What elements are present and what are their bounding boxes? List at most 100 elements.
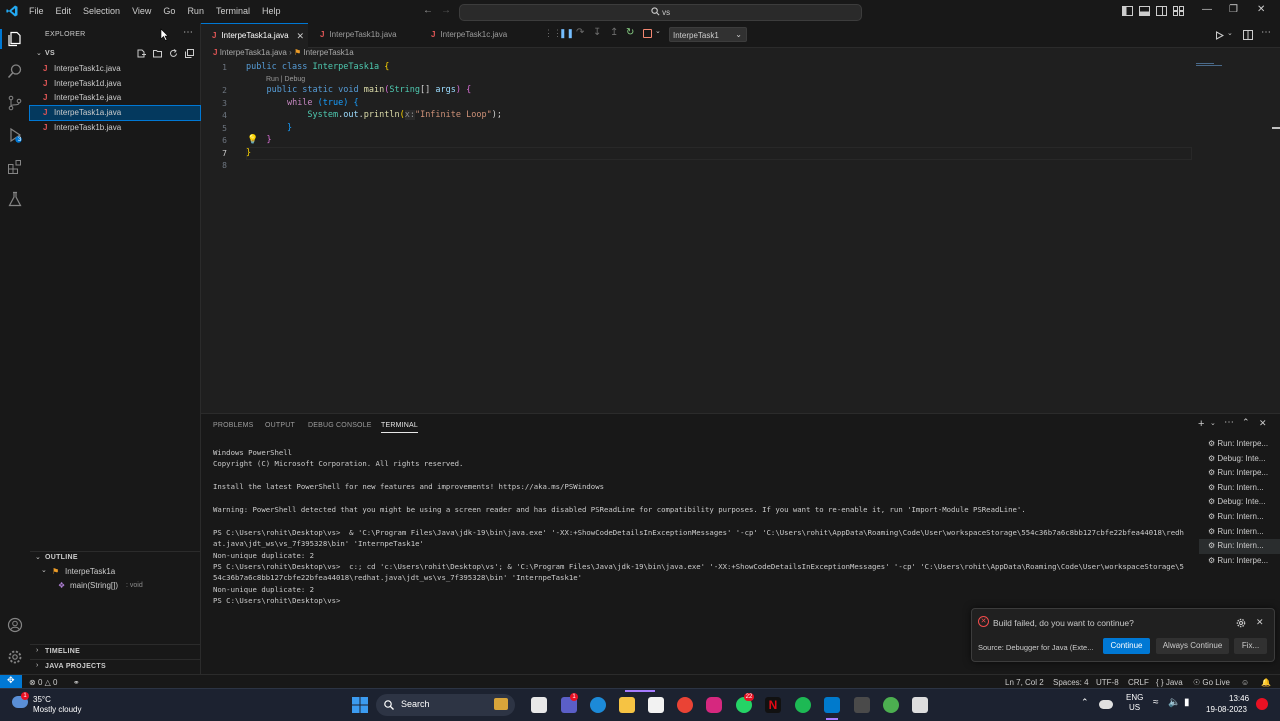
stop-dropdown-chevron-icon[interactable]: ⌄ [655,27,661,35]
file-item[interactable]: J InterpeTask1c.java [30,62,200,76]
microsoft-store-icon[interactable] [648,697,664,713]
clock-time[interactable]: 13:46 [1229,694,1249,703]
close-tab-icon[interactable]: ✕ [296,24,304,48]
codelens-run-debug[interactable]: Run | Debug [266,76,305,83]
file-item[interactable]: J InterpeTask1d.java [30,77,200,91]
terminal-instance[interactable]: ⚙ Run: Interpe... [1199,466,1280,481]
menu-edit[interactable]: Edit [50,0,78,23]
file-item-selected[interactable]: J InterpeTask1a.java [29,105,201,121]
menu-file[interactable]: File [23,0,50,23]
tab-debug-console[interactable]: DEBUG CONSOLE [308,422,372,429]
folder-name[interactable]: VS [45,50,55,57]
menu-terminal[interactable]: Terminal [210,0,256,23]
terminal-instance[interactable]: ⚙ Run: Interpe... [1199,554,1280,569]
launch-config-select[interactable]: InterpeTask1 ⌄ [669,27,747,42]
menu-view[interactable]: View [126,0,157,23]
spotify-icon[interactable] [795,697,811,713]
java-projects-chevron-icon[interactable]: › [36,662,38,669]
extensions-icon[interactable] [7,159,23,175]
forward-arrow-icon[interactable]: → [441,5,451,16]
minimize-icon[interactable]: — [1202,4,1212,15]
file-item[interactable]: J InterpeTask1e.java [30,91,200,105]
battery-icon[interactable]: ▮ [1184,697,1190,708]
accounts-icon[interactable] [7,617,23,633]
file-explorer-icon[interactable] [619,697,635,713]
step-out-icon[interactable]: ↥ [610,27,618,38]
tray-overflow-chevron-icon[interactable]: ⌃ [1081,697,1089,708]
breadcrumb-symbol[interactable]: InterpeTask1a [303,48,353,57]
chrome-profile-icon[interactable] [883,697,899,713]
code-editor[interactable]: 1 2 3 4 5 6 7 8 public class InterpeTask… [201,60,1280,412]
app-window-icon[interactable] [912,697,928,713]
vscode-taskbar-icon[interactable] [824,697,840,713]
testing-icon[interactable] [7,191,23,207]
wifi-icon[interactable]: ≈ [1153,697,1159,708]
windows-start-icon[interactable] [352,697,368,713]
step-over-icon[interactable]: ↷ [576,27,584,38]
run-dropdown-chevron-icon[interactable]: ⌄ [1227,29,1233,37]
manage-gear-icon[interactable] [7,649,23,665]
run-java-icon[interactable] [1215,31,1224,40]
volume-icon[interactable]: 🔈 [1168,697,1180,708]
lightbulb-icon[interactable]: 💡 [247,134,258,145]
tab-interpetask1c[interactable]: J InterpeTask1c.java [420,23,527,47]
timeline-chevron-icon[interactable]: › [36,647,38,654]
outline-method[interactable]: main(String[]) [70,581,118,590]
panel-more-actions-icon[interactable]: ⋯ [1224,417,1234,428]
collapse-all-icon[interactable] [185,49,194,58]
toggle-panel-icon[interactable] [1139,6,1150,16]
remote-indicator[interactable]: ✥ [0,675,22,689]
menu-run[interactable]: Run [181,0,210,23]
more-actions-icon[interactable]: ⋯ [183,27,193,38]
close-window-icon[interactable]: ✕ [1257,4,1265,15]
menu-help[interactable]: Help [256,0,287,23]
outline-title[interactable]: OUTLINE [45,554,78,561]
editor-more-actions-icon[interactable]: ⋯ [1261,27,1271,38]
fix-button[interactable]: Fix... [1234,638,1267,654]
notification-settings-gear-icon[interactable] [1236,618,1246,628]
terminal-instance[interactable]: ⚙ Run: Intern... [1199,481,1280,496]
terminal-instance[interactable]: ⚙ Debug: Inte... [1199,495,1280,510]
back-arrow-icon[interactable]: ← [423,5,433,16]
class-chevron-down-icon[interactable]: ⌄ [41,566,47,574]
clock-date[interactable]: 19-08-2023 [1206,705,1247,714]
tab-problems[interactable]: PROBLEMS [213,422,254,429]
onedrive-icon[interactable] [1099,700,1113,709]
continue-button[interactable]: Continue [1103,638,1150,654]
new-terminal-plus-icon[interactable]: + [1198,418,1204,430]
new-file-icon[interactable] [137,49,146,58]
search-view-icon[interactable] [7,63,23,79]
split-editor-icon[interactable] [1243,30,1253,40]
taskbar-search-box[interactable]: Search [376,694,515,716]
terminal-output[interactable]: Windows PowerShell Copyright (C) Microsof… [213,447,1188,607]
language-indicator[interactable]: ENG [1126,693,1143,702]
outline-chevron-down-icon[interactable]: ⌄ [35,553,41,561]
timeline-title[interactable]: TIMELINE [45,648,80,655]
java-app-icon[interactable] [854,697,870,713]
netflix-icon[interactable]: N [765,697,781,713]
stop-icon[interactable] [643,29,652,38]
chrome-icon[interactable] [677,697,693,713]
tab-output[interactable]: OUTPUT [265,422,295,429]
customize-layout-icon[interactable] [1173,6,1184,16]
outline-class[interactable]: InterpeTask1a [65,567,115,576]
file-item[interactable]: J InterpeTask1b.java [30,121,200,135]
close-panel-icon[interactable]: ✕ [1259,418,1267,429]
menu-go[interactable]: Go [157,0,181,23]
explorer-icon[interactable] [7,31,23,47]
step-into-icon[interactable]: ↧ [593,27,601,38]
maximize-panel-chevron-up-icon[interactable]: ⌃ [1242,417,1250,428]
command-center-search[interactable]: vs [459,4,862,21]
notification-close-icon[interactable]: ✕ [1256,617,1264,628]
tab-interpetask1b[interactable]: J InterpeTask1b.java [309,23,416,47]
toggle-sidebar-icon[interactable] [1122,6,1133,16]
refresh-icon[interactable] [169,49,178,58]
terminal-instance[interactable]: ⚙ Run: Intern... [1199,525,1280,540]
tab-interpetask1a[interactable]: J InterpeTask1a.java ✕ [201,23,308,48]
terminal-instance[interactable]: ⚙ Debug: Inte... [1199,452,1280,467]
source-control-icon[interactable] [7,95,23,111]
java-projects-title[interactable]: JAVA PROJECTS [45,663,106,670]
folder-chevron-down-icon[interactable]: ⌄ [36,49,42,57]
tab-terminal[interactable]: TERMINAL [381,422,418,433]
terminal-instance[interactable]: ⚙ Run: Intern... [1199,510,1280,525]
